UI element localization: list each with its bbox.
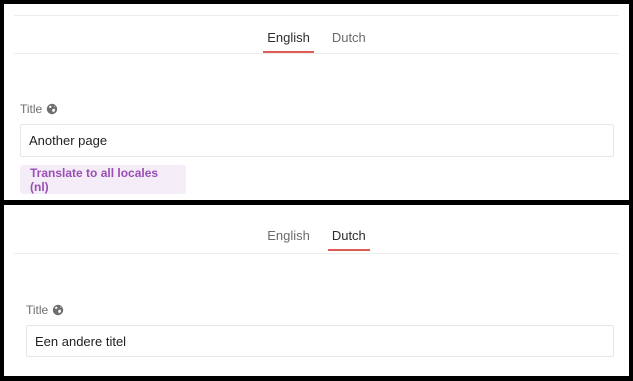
- divider: [14, 53, 619, 54]
- locale-tabs: English Dutch: [4, 227, 629, 251]
- translate-to-all-locales-button[interactable]: Translate to all locales (nl): [20, 165, 186, 194]
- translate-button-label: Translate to all locales (nl): [30, 165, 159, 194]
- tab-dutch-label: Dutch: [331, 30, 366, 45]
- title-input-dutch[interactable]: Een andere titel: [26, 325, 614, 357]
- title-label-text: Title: [20, 102, 43, 116]
- title-field-label: Title: [26, 303, 64, 317]
- tab-english-label: English: [267, 30, 310, 45]
- english-form-panel: English Dutch Title Another page Transla…: [4, 4, 629, 200]
- tab-english[interactable]: English: [263, 227, 314, 251]
- dutch-form-panel: English Dutch Title Een andere titel: [4, 205, 629, 376]
- divider: [14, 15, 619, 16]
- tab-dutch[interactable]: Dutch: [328, 29, 370, 53]
- title-input-value: Another page: [29, 133, 108, 148]
- title-field-label: Title: [20, 102, 58, 116]
- locale-tabs: English Dutch: [4, 29, 629, 53]
- globe-icon: [53, 304, 64, 316]
- title-label-text: Title: [26, 303, 49, 317]
- tab-english[interactable]: English: [263, 29, 314, 53]
- title-input-english[interactable]: Another page: [20, 124, 614, 157]
- globe-icon: [47, 103, 58, 115]
- tab-dutch-label: Dutch: [331, 228, 366, 243]
- tab-dutch[interactable]: Dutch: [327, 227, 370, 251]
- tab-english-label: English: [267, 228, 310, 243]
- divider: [14, 253, 619, 254]
- active-tab-underline: [327, 249, 370, 251]
- title-input-value: Een andere titel: [35, 333, 127, 349]
